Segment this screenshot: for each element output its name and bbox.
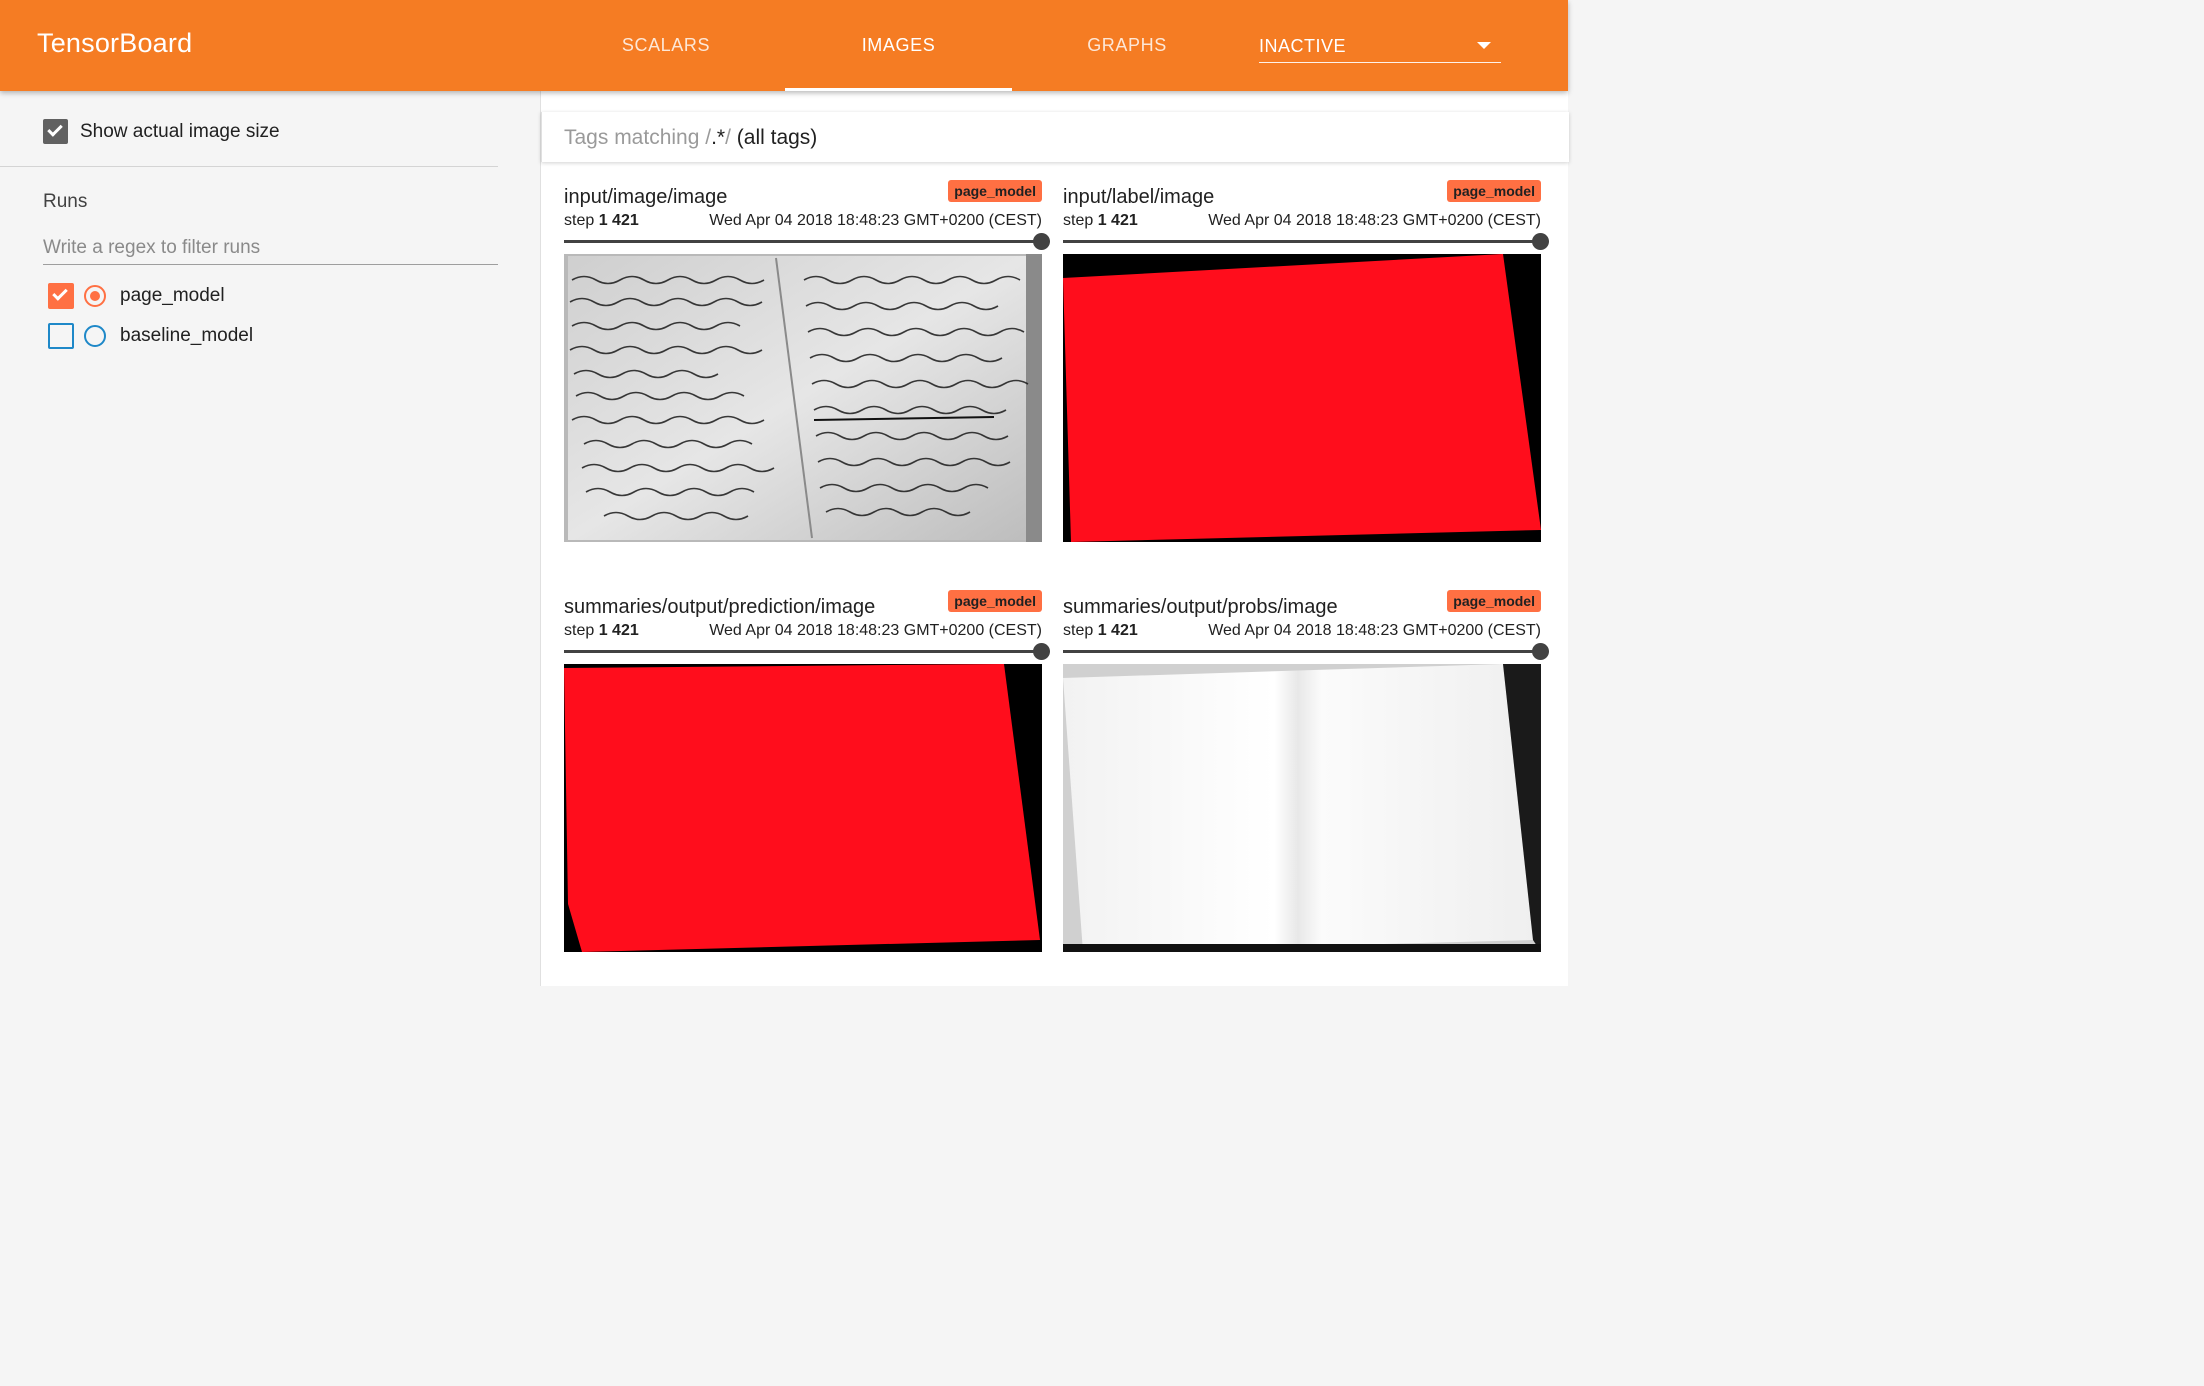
image-tag-title: input/label/image (1063, 186, 1215, 208)
checkbox-checked-icon (43, 119, 68, 144)
tag-filter-text: Tags matching /.*/ (all tags) (564, 126, 817, 150)
active-tab-indicator (785, 88, 1012, 91)
slider-track (564, 650, 1042, 653)
image-card: input/label/image page_model step 1 421 … (1063, 180, 1549, 554)
slider-track (564, 240, 1042, 243)
runs-filter-input[interactable] (43, 231, 498, 265)
slider-knob[interactable] (1033, 233, 1050, 250)
step-label: step (1063, 622, 1094, 639)
step-value: 1 421 (1097, 212, 1138, 229)
step-value: 1 421 (1097, 622, 1138, 639)
tags-regex: .* (711, 126, 726, 149)
run-name-baseline-model: baseline_model (120, 325, 254, 346)
tab-images[interactable]: IMAGES (785, 0, 1012, 91)
check-icon (47, 121, 63, 137)
run-item-page-model[interactable]: page_model (48, 283, 225, 309)
run-badge: page_model (1447, 180, 1541, 202)
slider-knob[interactable] (1532, 643, 1549, 660)
step-slider[interactable] (1063, 642, 1549, 662)
image-card: input/image/image page_model step 1 421 … (564, 180, 1050, 554)
slider-track (1063, 240, 1541, 243)
prediction-mask-image (564, 664, 1042, 952)
run-badge: page_model (948, 180, 1042, 202)
tags-suffix: / (725, 126, 731, 149)
image-tag-title: input/image/image (564, 186, 728, 208)
slider-knob[interactable] (1033, 643, 1050, 660)
step-info: step 1 421 Wed Apr 04 2018 18:48:23 GMT+… (564, 622, 1042, 640)
probability-map-graphic (1063, 664, 1541, 952)
step-label: step (564, 212, 595, 229)
slider-track (1063, 650, 1541, 653)
image-tag-title: summaries/output/prediction/image (564, 596, 876, 618)
tab-images-label: IMAGES (861, 35, 936, 55)
main-panel: Tags matching /.*/ (all tags) input/imag… (540, 91, 1569, 986)
run-checkbox-unchecked-icon[interactable] (48, 323, 74, 349)
tab-graphs-label: GRAPHS (1087, 35, 1167, 55)
show-actual-size-checkbox[interactable]: Show actual image size (43, 119, 280, 144)
run-checkbox-checked-icon[interactable] (48, 283, 74, 309)
step-value: 1 421 (598, 212, 639, 229)
step-slider[interactable] (1063, 232, 1549, 252)
prediction-mask-graphic (564, 664, 1042, 952)
top-toolbar: TensorBoard SCALARS IMAGES GRAPHS INACTI… (0, 0, 1568, 91)
tags-all-label: (all tags) (736, 126, 818, 149)
sidebar-divider (0, 166, 498, 167)
radio-dot-icon (89, 290, 100, 301)
handwritten-book-graphic (564, 254, 1042, 542)
step-info: step 1 421 Wed Apr 04 2018 18:48:23 GMT+… (1063, 622, 1541, 640)
step-value: 1 421 (598, 622, 639, 639)
run-badge: page_model (1447, 590, 1541, 612)
sidebar: Show actual image size Runs page_model b… (0, 91, 540, 986)
timestamp: Wed Apr 04 2018 18:48:23 GMT+0200 (CEST) (709, 212, 1042, 229)
image-tag-title: summaries/output/probs/image (1063, 596, 1338, 618)
step-slider[interactable] (564, 642, 1050, 662)
probability-map-image (1063, 664, 1541, 952)
tab-scalars-label: SCALARS (621, 35, 711, 55)
show-actual-size-label: Show actual image size (80, 120, 280, 142)
slider-knob[interactable] (1532, 233, 1549, 250)
tag-filter-bar[interactable]: Tags matching /.*/ (all tags) (541, 112, 1569, 162)
tensorboard-app: TensorBoard SCALARS IMAGES GRAPHS INACTI… (0, 0, 1569, 986)
timestamp: Wed Apr 04 2018 18:48:23 GMT+0200 (CEST) (1208, 622, 1541, 639)
image-card: summaries/output/prediction/image page_m… (564, 590, 1050, 964)
inactive-plugins-dropdown[interactable]: INACTIVE (1259, 30, 1501, 63)
check-icon (52, 285, 68, 301)
tab-graphs[interactable]: GRAPHS (1046, 0, 1208, 91)
timestamp: Wed Apr 04 2018 18:48:23 GMT+0200 (CEST) (709, 622, 1042, 639)
runs-heading: Runs (43, 191, 88, 212)
handwritten-book-image (564, 254, 1042, 542)
step-info: step 1 421 Wed Apr 04 2018 18:48:23 GMT+… (564, 212, 1042, 230)
app-title: TensorBoard (37, 28, 193, 58)
step-info: step 1 421 Wed Apr 04 2018 18:48:23 GMT+… (1063, 212, 1541, 230)
label-mask-image (1063, 254, 1541, 542)
tab-scalars[interactable]: SCALARS (580, 0, 752, 91)
label-mask-graphic (1063, 254, 1541, 542)
run-name-page-model: page_model (120, 285, 225, 306)
run-badge: page_model (948, 590, 1042, 612)
step-slider[interactable] (564, 232, 1050, 252)
dropdown-caret-icon (1477, 42, 1491, 49)
inactive-dropdown-value: INACTIVE (1259, 36, 1347, 56)
run-radio-selected-icon[interactable] (84, 285, 106, 307)
run-item-baseline-model[interactable]: baseline_model (48, 323, 253, 349)
step-label: step (564, 622, 595, 639)
timestamp: Wed Apr 04 2018 18:48:23 GMT+0200 (CEST) (1208, 212, 1541, 229)
run-radio-unselected-icon[interactable] (84, 325, 106, 347)
tags-prefix: Tags matching / (564, 126, 712, 149)
image-card: summaries/output/probs/image page_model … (1063, 590, 1549, 964)
step-label: step (1063, 212, 1094, 229)
